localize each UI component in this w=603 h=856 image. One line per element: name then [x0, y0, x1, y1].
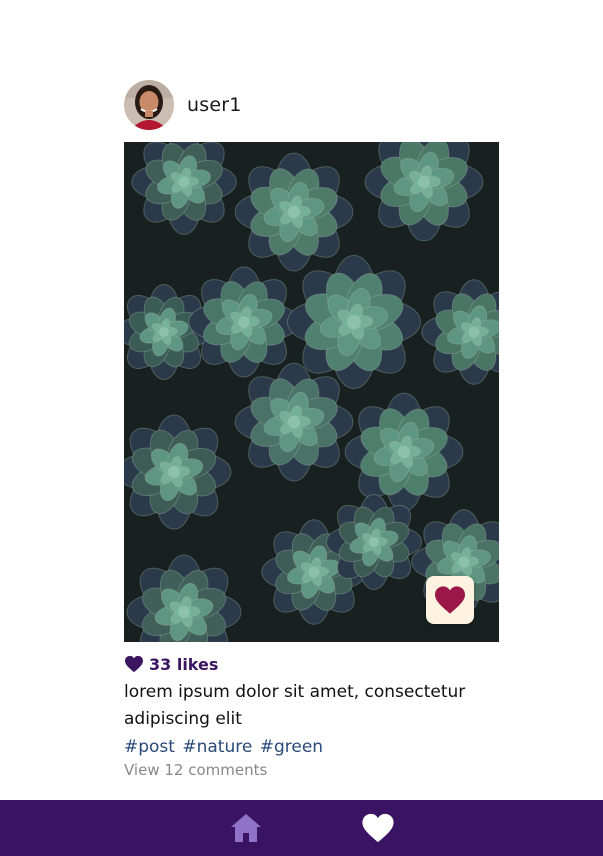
avatar-photo [124, 80, 174, 130]
username[interactable]: user1 [187, 94, 242, 116]
succulent-rosette [287, 255, 421, 389]
hashtag-green[interactable]: #green [260, 737, 323, 757]
post-header: user1 [124, 80, 499, 130]
view-comments-link[interactable]: View 12 comments [124, 761, 499, 779]
succulent-rosette [124, 414, 232, 530]
nav-home-button[interactable] [229, 812, 263, 844]
succulent-rosette [326, 494, 422, 590]
succulent-rosette [234, 152, 354, 272]
like-button[interactable] [426, 576, 474, 624]
likes-count: 33 likes [149, 654, 219, 674]
hashtag-post[interactable]: #post [124, 737, 175, 757]
avatar[interactable] [124, 80, 174, 130]
nav-likes-button[interactable] [361, 812, 395, 844]
succulents-image [124, 142, 499, 642]
post-photo[interactable] [124, 142, 499, 642]
home-icon [231, 814, 261, 842]
bottom-nav [0, 800, 603, 856]
heart-icon [435, 586, 465, 614]
hashtags: #post #nature #green [124, 734, 499, 760]
succulent-rosette [234, 362, 354, 482]
hashtag-nature[interactable]: #nature [182, 737, 252, 757]
post-caption: lorem ipsum dolor sit amet, consectetur … [124, 682, 466, 729]
heart-icon [362, 813, 394, 843]
succulent-rosette [188, 266, 300, 378]
likes-row: 33 likes [124, 653, 499, 675]
heart-icon[interactable] [124, 655, 144, 673]
succulent-rosette [344, 392, 464, 512]
post-card: user1 33 likes lorem ipsum dolor sit ame… [124, 80, 499, 779]
post-page: user1 33 likes lorem ipsum dolor sit ame… [0, 0, 603, 856]
